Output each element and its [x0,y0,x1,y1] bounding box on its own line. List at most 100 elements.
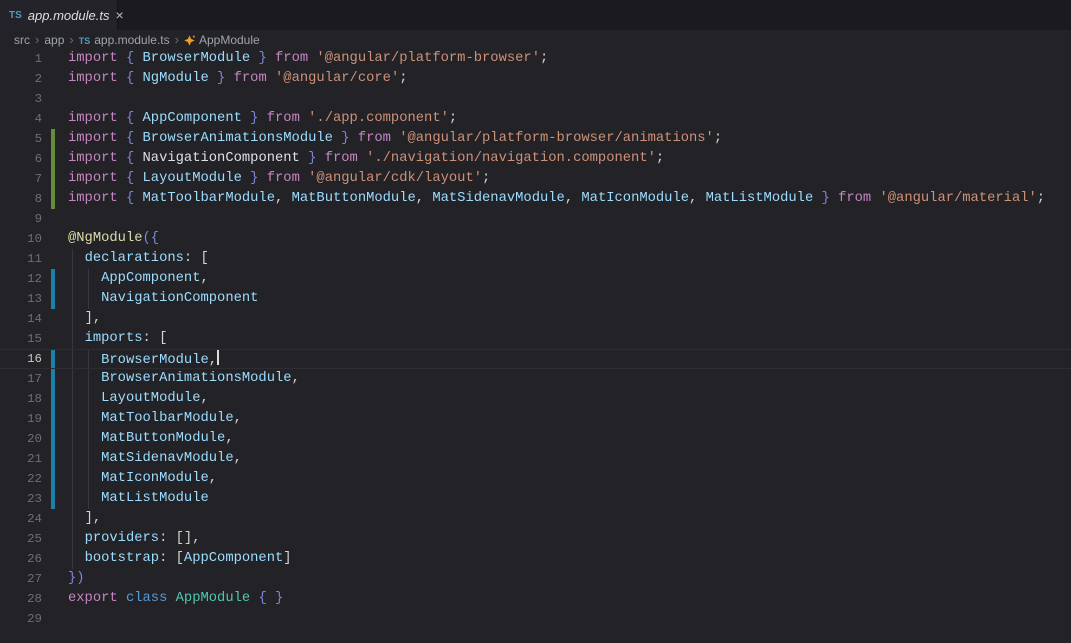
code-line-19[interactable]: 19 MatToolbarModule, [0,409,1071,429]
code-token: MatSidenavModule [432,191,564,206]
code-line-3[interactable]: 3 [0,89,1071,109]
code-text: import { NavigationComponent } from './n… [68,149,664,169]
code-token [68,511,85,526]
line-number: 7 [0,169,42,189]
code-line-2[interactable]: 2import { NgModule } from '@angular/core… [0,69,1071,89]
code-line-11[interactable]: 11 declarations: [ [0,249,1071,269]
code-line-1[interactable]: 1import { BrowserModule } from '@angular… [0,49,1071,69]
line-number: 5 [0,129,42,149]
tab-title: app.module.ts [28,8,110,23]
line-number: 20 [0,429,42,449]
code-token: NavigationComponent [143,151,300,166]
code-token: LayoutModule [101,391,200,406]
code-line-8[interactable]: 8import { MatToolbarModule, MatButtonMod… [0,189,1071,209]
code-line-24[interactable]: 24 ], [0,509,1071,529]
tab-app-module-ts[interactable]: TS app.module.ts × [0,0,118,30]
code-text: import { NgModule } from '@angular/core'… [68,69,408,89]
code-line-27[interactable]: 27}) [0,569,1071,589]
code-line-15[interactable]: 15 imports: [ [0,329,1071,349]
code-line-10[interactable]: 10 @NgModule({ [0,229,1071,249]
code-token: } [209,71,234,86]
line-number: 28 [0,589,42,609]
close-icon[interactable]: × [109,8,123,22]
code-line-6[interactable]: 6import { NavigationComponent } from './… [0,149,1071,169]
code-token: } [242,111,267,126]
code-token: , [200,271,208,286]
code-token: NgModule [143,71,209,86]
code-token: , [689,191,706,206]
code-token: }) [68,571,85,586]
git-gutter-modified [51,409,55,429]
code-token: MatListModule [101,491,209,506]
code-token: , [200,391,208,406]
breadcrumb-item-file[interactable]: TSapp.module.ts [79,33,170,47]
breadcrumb-item-appmodule[interactable]: AppModule [184,33,260,47]
code-token: [] [176,531,193,546]
code-line-28[interactable]: 28export class AppModule { } [0,589,1071,609]
code-line-4[interactable]: 4import { AppComponent } from './app.com… [0,109,1071,129]
code-token: { [126,131,143,146]
code-line-26[interactable]: 26 bootstrap: [AppComponent] [0,549,1071,569]
code-token: export [68,591,126,606]
breadcrumb-symbol-label: AppModule [199,33,260,47]
code-token: '@angular/platform-browser' [316,51,540,66]
breadcrumb: src › app › TSapp.module.ts › AppModule [0,30,1071,49]
code-line-23[interactable]: 23 MatListModule [0,489,1071,509]
breadcrumb-item-src[interactable]: src [14,33,30,47]
code-line-20[interactable]: 20 MatButtonModule, [0,429,1071,449]
code-token [68,311,85,326]
code-line-25[interactable]: 25 providers: [], [0,529,1071,549]
line-number: 25 [0,529,42,549]
code-token: NavigationComponent [101,291,258,306]
line-number: 16 [0,350,42,368]
code-text: LayoutModule, [68,389,209,409]
code-line-14[interactable]: 14 ], [0,309,1071,329]
code-text: MatToolbarModule, [68,409,242,429]
code-text: @NgModule({ [68,229,159,249]
git-gutter-modified [51,469,55,489]
code-line-18[interactable]: 18 LayoutModule, [0,389,1071,409]
breadcrumb-item-app[interactable]: app [44,33,64,47]
ts-file-icon: TS [79,36,91,46]
code-token: , [192,531,200,546]
code-line-29[interactable]: 29 [0,609,1071,629]
code-token: , [565,191,582,206]
ts-file-icon: TS [9,10,22,21]
code-text: MatListModule [68,489,209,509]
line-number: 23 [0,489,42,509]
code-line-5[interactable]: 5import { BrowserAnimationsModule } from… [0,129,1071,149]
line-number: 19 [0,409,42,429]
git-gutter-added [51,169,55,189]
line-number: 29 [0,609,42,629]
code-token: : [143,331,160,346]
code-token [68,331,85,346]
code-line-7[interactable]: 7import { LayoutModule } from '@angular/… [0,169,1071,189]
code-line-9[interactable]: 9 [0,209,1071,229]
git-gutter-modified [51,350,55,368]
code-line-16[interactable]: 16 BrowserModule, [0,349,1071,369]
code-text: ], [68,309,101,329]
code-token: AppComponent [101,271,200,286]
code-line-22[interactable]: 22 MatIconModule, [0,469,1071,489]
code-area[interactable]: 1import { BrowserModule } from '@angular… [0,49,1071,629]
line-number: 10 [0,229,42,249]
code-token: , [292,371,300,386]
code-token: MatToolbarModule [143,191,275,206]
code-line-13[interactable]: 13 NavigationComponent [0,289,1071,309]
code-token [68,491,101,506]
code-token [68,451,101,466]
code-line-21[interactable]: 21 MatSidenavModule, [0,449,1071,469]
code-line-17[interactable]: 17 BrowserAnimationsModule, [0,369,1071,389]
code-token: { [126,51,143,66]
tab-bar: TS app.module.ts × [0,0,1071,30]
line-number: 12 [0,269,42,289]
git-gutter-added [51,129,55,149]
code-text: NavigationComponent [68,289,258,309]
code-token: ({ [143,231,160,246]
code-token: { [126,71,143,86]
code-token: AppModule [176,591,259,606]
line-number: 9 [0,209,42,229]
code-line-12[interactable]: 12 AppComponent, [0,269,1071,289]
code-token: , [93,311,101,326]
code-token: BrowserAnimationsModule [101,371,291,386]
